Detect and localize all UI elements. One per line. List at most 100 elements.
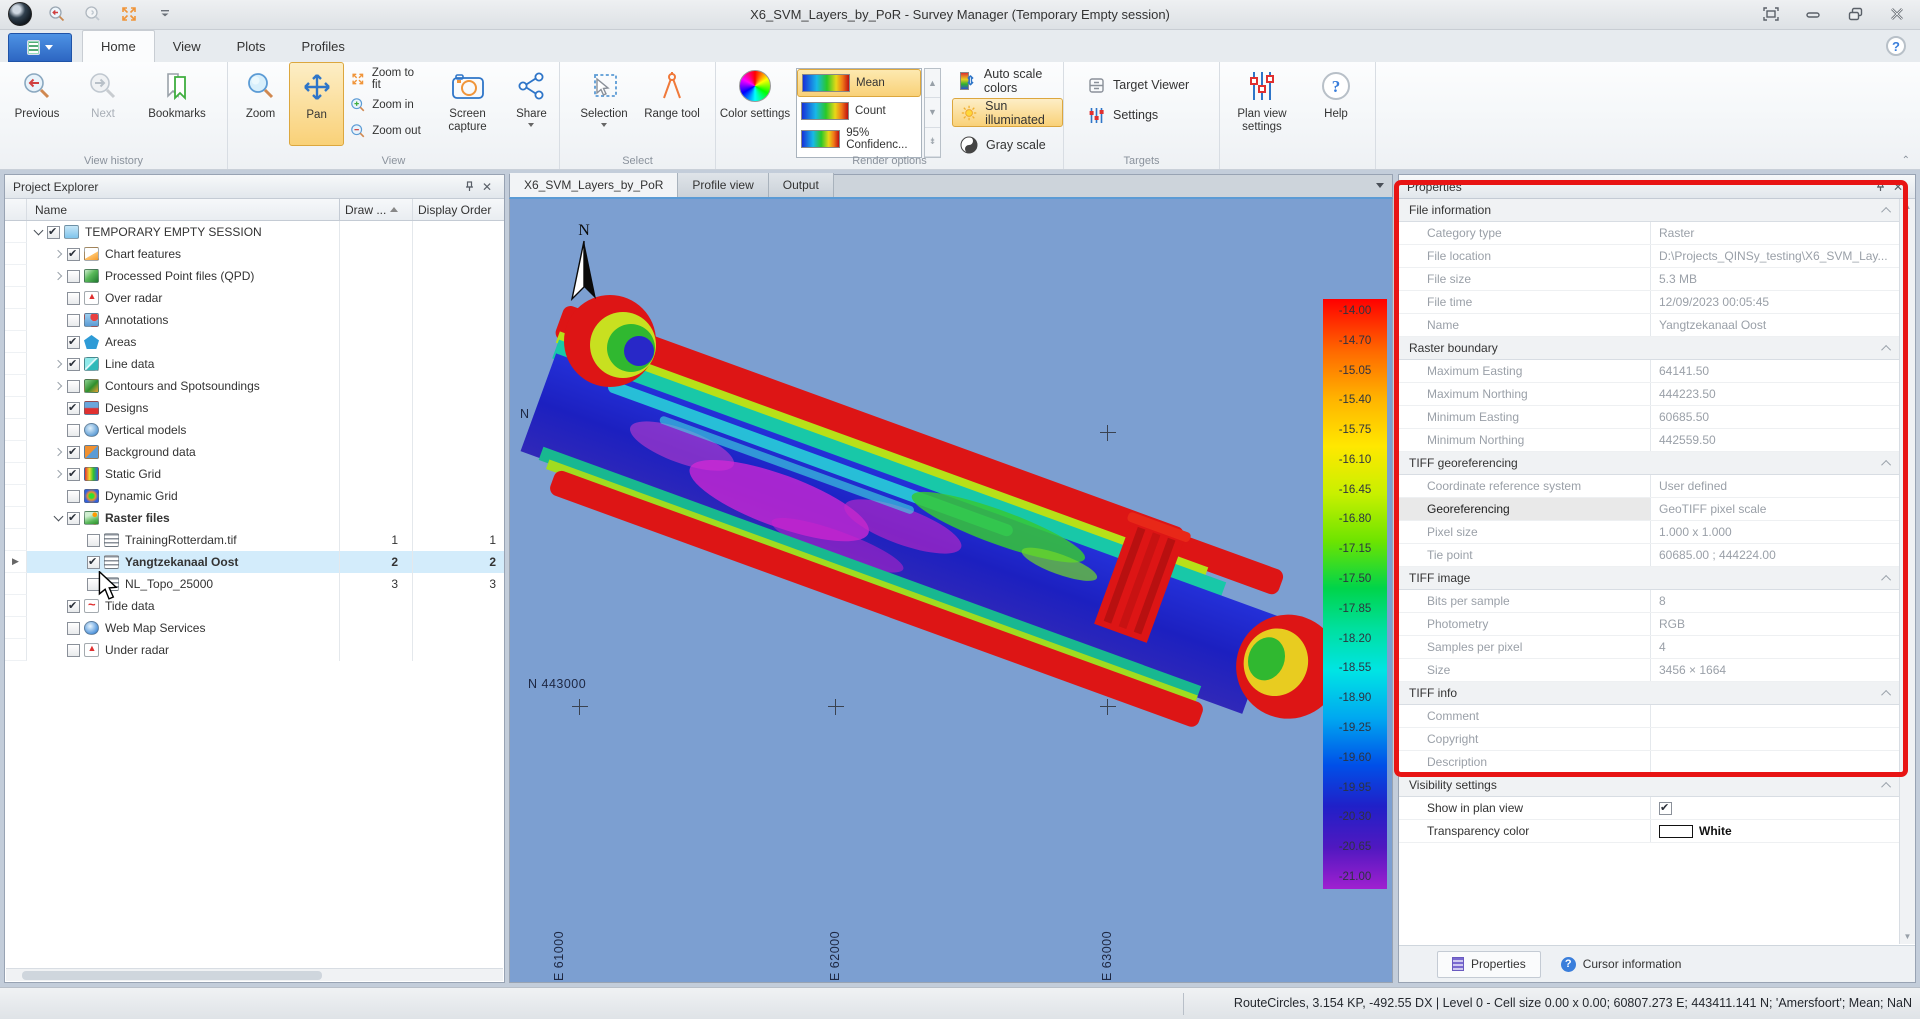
- checked-checkbox[interactable]: [1659, 802, 1672, 815]
- next-button[interactable]: Next: [70, 62, 136, 146]
- tree-item[interactable]: Annotations: [27, 309, 340, 331]
- tree-row[interactable]: Dynamic Grid: [5, 485, 504, 507]
- vertical-scrollbar[interactable]: ▲ ▼: [1899, 199, 1915, 944]
- application-menu-button[interactable]: [8, 33, 72, 62]
- pan-button[interactable]: Pan: [289, 62, 344, 146]
- visibility-checkbox[interactable]: [67, 358, 80, 371]
- footer-tab-properties[interactable]: Properties: [1437, 951, 1541, 978]
- range-tool-button[interactable]: Range tool: [640, 62, 704, 146]
- tree-row[interactable]: TEMPORARY EMPTY SESSION: [5, 221, 504, 243]
- collapse-section-icon[interactable]: [1881, 574, 1891, 584]
- expander-closed-icon[interactable]: [51, 445, 65, 459]
- expander-closed-icon[interactable]: [51, 357, 65, 371]
- property-row[interactable]: Tie point60685.00 ; 444224.00: [1399, 544, 1899, 567]
- tree-row[interactable]: Tide data: [5, 595, 504, 617]
- close-icon[interactable]: ✕: [478, 178, 496, 196]
- tree-row[interactable]: Contours and Spotsoundings: [5, 375, 504, 397]
- tree-item[interactable]: Processed Point files (QPD): [27, 265, 340, 287]
- visibility-checkbox[interactable]: [87, 556, 100, 569]
- target-viewer-button[interactable]: Target Viewer: [1078, 70, 1219, 100]
- tree-row[interactable]: Processed Point files (QPD): [5, 265, 504, 287]
- tree-row[interactable]: ▶Yangtzekanaal Oost22: [5, 551, 504, 573]
- section-header[interactable]: TIFF image: [1399, 567, 1899, 590]
- tree-row[interactable]: Areas: [5, 331, 504, 353]
- tab-list-dropdown-icon[interactable]: [1376, 183, 1384, 188]
- tree-row[interactable]: Raster files: [5, 507, 504, 529]
- help-icon[interactable]: ?: [1886, 36, 1906, 56]
- tree-item[interactable]: Dynamic Grid: [27, 485, 340, 507]
- tab-view[interactable]: View: [155, 30, 219, 62]
- tree-row[interactable]: NL_Topo_2500033: [5, 573, 504, 595]
- tab-plan-view[interactable]: X6_SVM_Layers_by_PoR: [510, 173, 678, 197]
- share-button[interactable]: Share: [504, 62, 559, 146]
- tree-row[interactable]: TrainingRotterdam.tif11: [5, 529, 504, 551]
- visibility-checkbox[interactable]: [67, 446, 80, 459]
- section-header[interactable]: Raster boundary: [1399, 337, 1899, 360]
- property-row[interactable]: NameYangtzekanaal Oost: [1399, 314, 1899, 337]
- visibility-checkbox[interactable]: [67, 292, 80, 305]
- section-header[interactable]: File information: [1399, 199, 1899, 222]
- scroll-up-icon[interactable]: ▲: [1900, 199, 1915, 214]
- tree-item[interactable]: TEMPORARY EMPTY SESSION: [27, 221, 340, 243]
- property-row[interactable]: Pixel size1.000 x 1.000: [1399, 521, 1899, 544]
- footer-tab-cursor-information[interactable]: ? Cursor information: [1547, 951, 1696, 978]
- property-row[interactable]: Comment: [1399, 705, 1899, 728]
- tree-item[interactable]: Static Grid: [27, 463, 340, 485]
- visibility-checkbox[interactable]: [67, 270, 80, 283]
- plan-view-canvas[interactable]: N 444000 N 443000 E 61000 E 62000 E 6300…: [509, 199, 1393, 983]
- tree-row[interactable]: Line data: [5, 353, 504, 375]
- property-row[interactable]: Size3456 × 1664: [1399, 659, 1899, 682]
- property-row[interactable]: PhotometryRGB: [1399, 613, 1899, 636]
- property-row[interactable]: Minimum Northing442559.50: [1399, 429, 1899, 452]
- expander-open-icon[interactable]: [31, 225, 45, 239]
- property-row[interactable]: Description: [1399, 751, 1899, 774]
- tree-item[interactable]: Background data: [27, 441, 340, 463]
- gallery-item-95-confidenc-[interactable]: 95% Confidenc...: [797, 125, 921, 153]
- close-icon[interactable]: [1884, 3, 1910, 25]
- section-header[interactable]: TIFF georeferencing: [1399, 452, 1899, 475]
- property-row[interactable]: File locationD:\Projects_QINSy_testing\X…: [1399, 245, 1899, 268]
- tree-item[interactable]: TrainingRotterdam.tif: [27, 529, 340, 551]
- tree-item[interactable]: Tide data: [27, 595, 340, 617]
- gallery-item-mean[interactable]: Mean: [797, 69, 921, 97]
- pin-icon[interactable]: [460, 178, 478, 196]
- tree-row[interactable]: Background data: [5, 441, 504, 463]
- tab-profile-view[interactable]: Profile view: [678, 173, 768, 197]
- expander-closed-icon[interactable]: [51, 269, 65, 283]
- tree-row[interactable]: Web Map Services: [5, 617, 504, 639]
- visibility-checkbox[interactable]: [67, 468, 80, 481]
- visibility-checkbox[interactable]: [67, 424, 80, 437]
- tree-item[interactable]: Web Map Services: [27, 617, 340, 639]
- visibility-checkbox[interactable]: [67, 512, 80, 525]
- tree-item[interactable]: Contours and Spotsoundings: [27, 375, 340, 397]
- previous-button[interactable]: Previous: [4, 62, 70, 146]
- sun-illuminated-button[interactable]: Sun illuminated: [952, 98, 1063, 127]
- visibility-checkbox[interactable]: [47, 226, 60, 239]
- tree-item[interactable]: NL_Topo_25000: [27, 573, 340, 595]
- property-row[interactable]: Category typeRaster: [1399, 222, 1899, 245]
- zoom-in-button[interactable]: Zoom in: [344, 92, 431, 118]
- tree-row[interactable]: Designs: [5, 397, 504, 419]
- expander-open-icon[interactable]: [51, 511, 65, 525]
- zoom-button[interactable]: Zoom: [232, 62, 289, 146]
- property-row[interactable]: GeoreferencingGeoTIFF pixel scale: [1399, 498, 1899, 521]
- visibility-checkbox[interactable]: [67, 490, 80, 503]
- restore-icon[interactable]: [1842, 3, 1868, 25]
- column-header-display-order[interactable]: Display Order: [412, 199, 504, 220]
- visibility-checkbox[interactable]: [67, 314, 80, 327]
- help-button[interactable]: ? Help: [1306, 62, 1366, 146]
- visibility-checkbox[interactable]: [67, 402, 80, 415]
- auto-scale-colors-button[interactable]: ⇕ Auto scale colors: [952, 66, 1063, 95]
- zoom-out-button[interactable]: Zoom out: [344, 118, 431, 144]
- targets-settings-button[interactable]: Settings: [1078, 100, 1219, 130]
- tab-plots[interactable]: Plots: [219, 30, 284, 62]
- visibility-checkbox[interactable]: [67, 600, 80, 613]
- gallery-scroll-down-icon[interactable]: ▼: [925, 98, 940, 127]
- property-row[interactable]: Show in plan view: [1399, 797, 1899, 820]
- collapse-section-icon[interactable]: [1881, 344, 1891, 354]
- minimize-icon[interactable]: [1800, 3, 1826, 25]
- collapse-section-icon[interactable]: [1881, 206, 1891, 216]
- screen-capture-button[interactable]: Screen capture: [431, 62, 504, 146]
- property-row[interactable]: Samples per pixel4: [1399, 636, 1899, 659]
- section-header[interactable]: TIFF info: [1399, 682, 1899, 705]
